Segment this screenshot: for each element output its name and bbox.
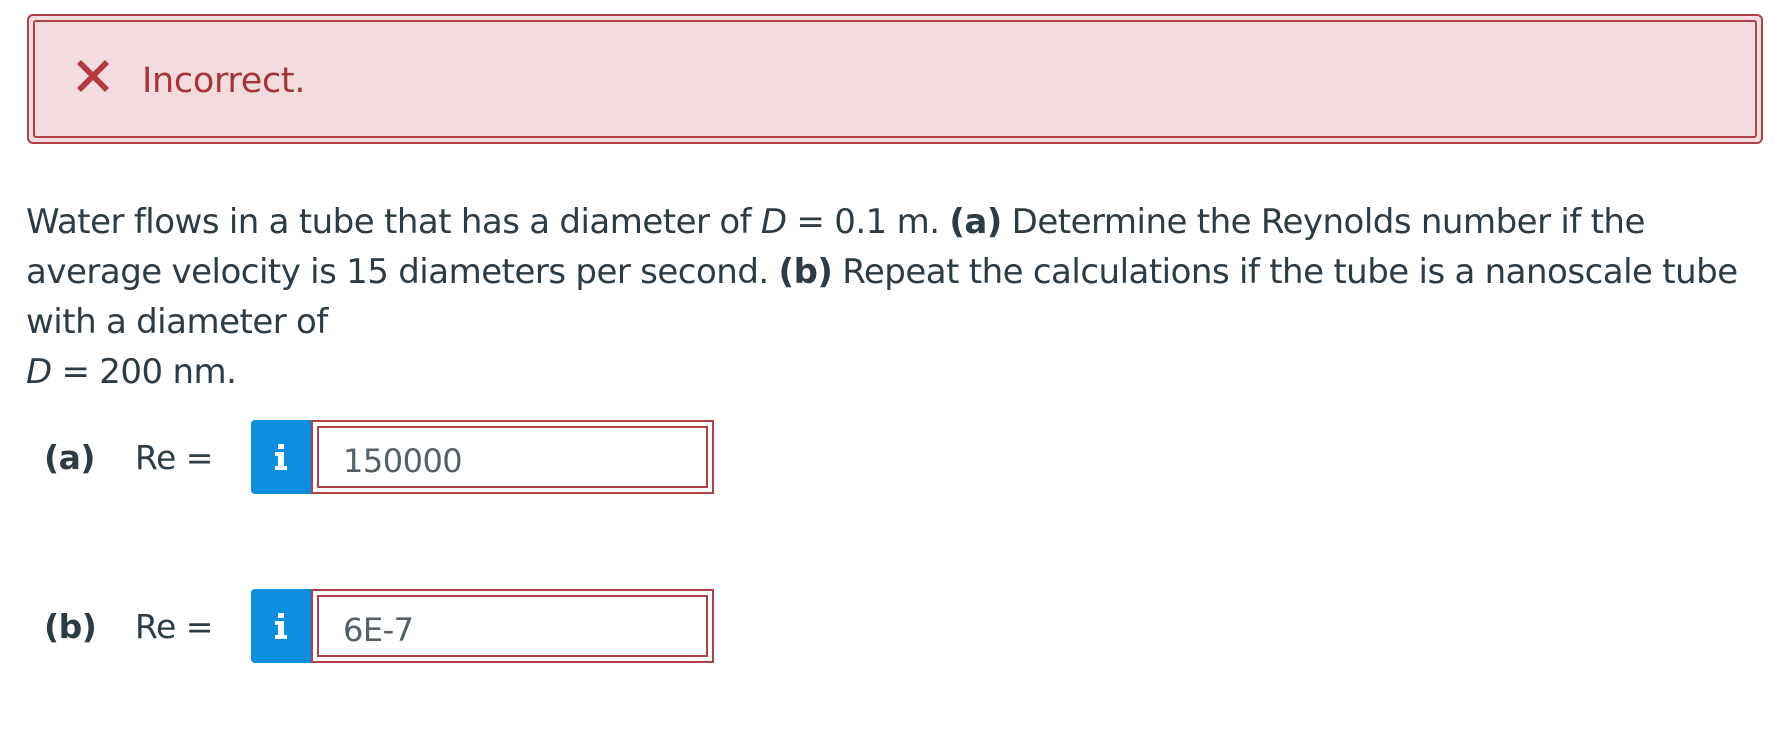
part-a-label: (a) xyxy=(949,202,1002,242)
info-icon xyxy=(275,444,287,470)
diameter-value: = 0.1 m. xyxy=(786,202,950,242)
answer-value: 150000 xyxy=(343,442,463,480)
answer-row-a: (a) Re = 150000 xyxy=(0,420,760,496)
nano-diameter-variable: D xyxy=(26,352,52,392)
incorrect-alert: Incorrect. xyxy=(27,14,1763,144)
question-part-1: Water flows in a tube that has a diamete… xyxy=(26,202,761,242)
part-b-label: (b) xyxy=(778,252,833,292)
close-icon xyxy=(77,60,109,92)
alert-message: Incorrect. xyxy=(142,61,306,101)
info-icon xyxy=(275,613,287,639)
answer-equation: Re = xyxy=(135,438,213,477)
info-button[interactable] xyxy=(251,420,311,494)
answer-label: (b) xyxy=(44,607,97,646)
answer-equation: Re = xyxy=(135,607,213,646)
answer-row-b: (b) Re = 6E-7 xyxy=(0,589,760,665)
question-text: Water flows in a tube that has a diamete… xyxy=(26,197,1766,397)
answer-input[interactable]: 150000 xyxy=(311,420,714,494)
answer-value: 6E-7 xyxy=(343,611,414,649)
answer-input[interactable]: 6E-7 xyxy=(311,589,714,663)
answer-label: (a) xyxy=(44,438,95,477)
info-button[interactable] xyxy=(251,589,311,663)
diameter-variable: D xyxy=(760,202,787,242)
nano-diameter-value: = 200 nm. xyxy=(51,352,237,392)
